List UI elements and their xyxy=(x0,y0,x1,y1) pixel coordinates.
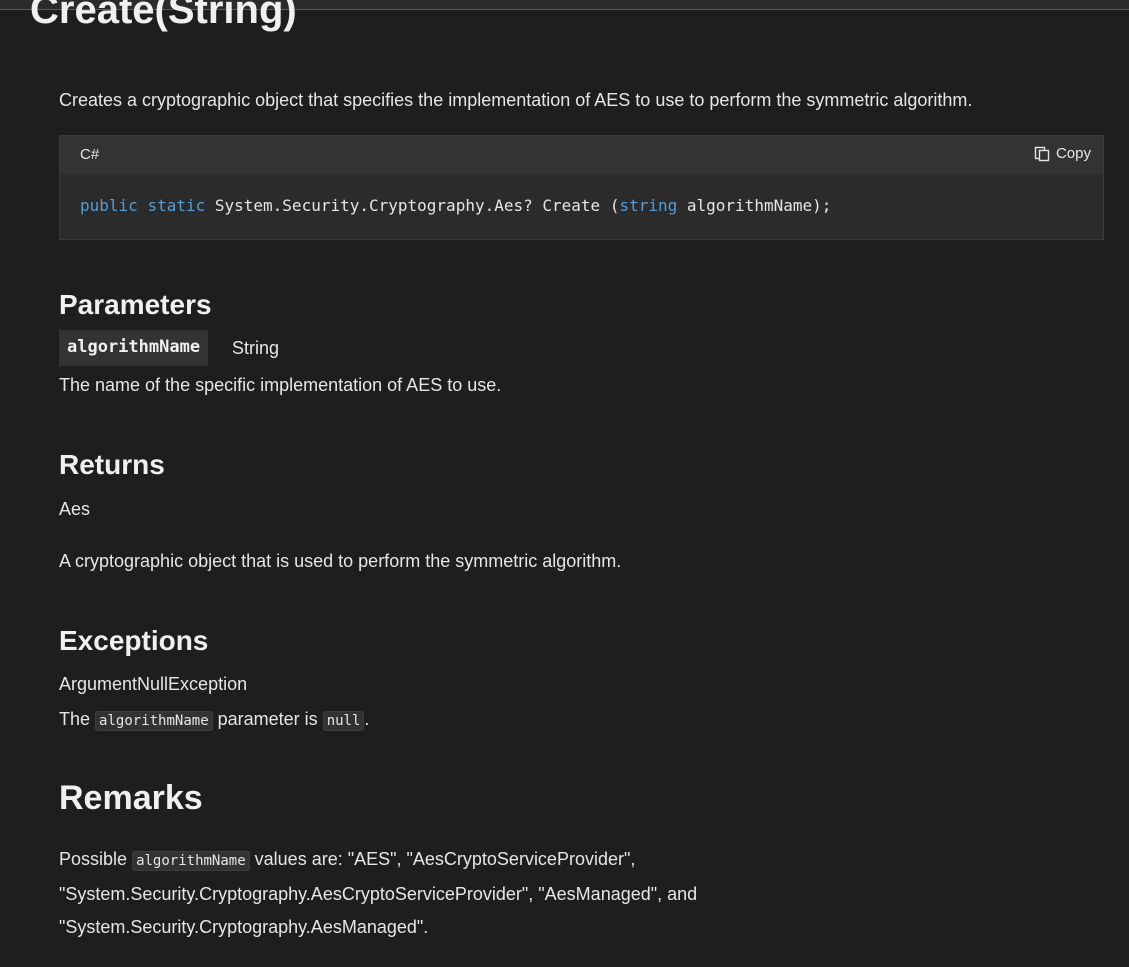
remarks-prefix: Possible xyxy=(59,849,128,869)
summary-text: Creates a cryptographic object that spec… xyxy=(59,90,973,110)
exceptions-heading: Exceptions xyxy=(59,625,209,656)
code-text: System.Security.Cryptography.Aes? Create… xyxy=(205,196,620,215)
parameter-name: algorithmName xyxy=(59,330,209,366)
copy-label: Copy xyxy=(1055,145,1091,162)
inline-code: null xyxy=(322,711,365,731)
parameter-type-link[interactable]: String xyxy=(232,336,279,360)
parameters-heading: Parameters xyxy=(59,289,212,320)
copy-icon xyxy=(1034,146,1050,161)
code-keyword: public xyxy=(80,196,138,215)
copy-button[interactable]: Copy xyxy=(1034,145,1091,162)
remarks-line: "System.Security.Cryptography.AesManaged… xyxy=(59,917,429,937)
exception-text: parameter is xyxy=(217,709,318,729)
inline-code: algorithmName xyxy=(132,851,250,871)
returns-heading: Returns xyxy=(59,449,165,480)
exception-text: The xyxy=(59,709,91,729)
remarks-text: Possible algorithmName values are: "AES"… xyxy=(59,843,1059,944)
inline-code: algorithmName xyxy=(95,711,213,731)
code-language-label: C# xyxy=(80,146,100,163)
code-signature: public static System.Security.Cryptograp… xyxy=(80,196,831,215)
code-keyword: static xyxy=(147,196,206,215)
exception-description: The algorithmName parameter is null. xyxy=(59,707,369,733)
returns-description: A cryptographic object that is used to p… xyxy=(59,551,622,571)
remarks-line: "System.Security.Cryptography.AesCryptoS… xyxy=(59,884,698,904)
code-keyword: string xyxy=(619,196,678,215)
remarks-line: Possible algorithmName values are: "AES"… xyxy=(59,843,1059,878)
exception-text: . xyxy=(364,709,370,729)
doc-page: Create(String) Creates a cryptographic o… xyxy=(0,0,1129,967)
code-text: algorithmName); xyxy=(677,196,832,215)
remarks-heading: Remarks xyxy=(59,779,203,817)
code-block: C# Copy public static System.Security.Cr… xyxy=(59,135,1104,240)
returns-type-link[interactable]: Aes xyxy=(59,497,90,521)
code-header: C# Copy xyxy=(60,136,1103,174)
remarks-line1-rest: values are: "AES", "AesCryptoServiceProv… xyxy=(254,849,636,869)
parameter-description: The name of the specific implementation … xyxy=(59,375,502,395)
exception-type-link[interactable]: ArgumentNullException xyxy=(59,672,247,696)
page-title: Create(String) xyxy=(30,0,297,32)
